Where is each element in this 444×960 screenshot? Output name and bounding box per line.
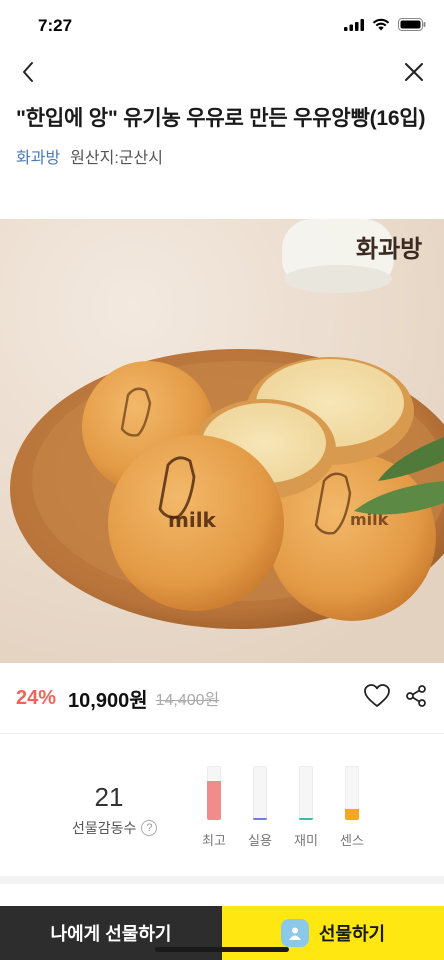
wifi-icon xyxy=(372,18,390,31)
rating-bar-label: 재미 xyxy=(294,833,318,848)
rating-bar: 센스 xyxy=(338,766,366,849)
status-time: 7:27 xyxy=(38,16,73,35)
status-bar: 7:27 xyxy=(0,0,444,52)
close-icon xyxy=(405,63,423,81)
gift-impression-label-row: 선물감동수 ? xyxy=(72,818,158,838)
nav-bar xyxy=(0,52,444,92)
discount-rate: 24% xyxy=(16,686,57,709)
back-button[interactable] xyxy=(14,58,42,86)
chevron-left-icon xyxy=(23,62,33,82)
person-icon xyxy=(288,927,301,940)
help-icon[interactable]: ? xyxy=(141,820,158,836)
rating-bar-fill xyxy=(253,817,267,820)
brand-seal: 화과방 xyxy=(356,234,422,263)
gift-button-label: 선물하기 xyxy=(318,924,386,944)
sale-price: 10,900원 xyxy=(68,689,148,712)
status-icons xyxy=(344,18,426,31)
gift-stats: 21 선물감동수 ? 최고 실용 재미 센스 xyxy=(0,734,444,876)
rating-bar-track xyxy=(345,766,359,820)
signal-icon xyxy=(344,18,364,31)
heart-icon xyxy=(364,683,390,707)
gift-impression-label: 선물감동수 xyxy=(72,820,137,836)
rating-bar-fill xyxy=(207,781,221,820)
rating-bar-track xyxy=(253,766,267,820)
product-image[interactable]: 화과방 milk milk xyxy=(0,219,444,663)
rating-bar-track xyxy=(299,766,313,820)
product-title: "한입에 앙" 유기농 우유로 만든 우유앙빵(16입) xyxy=(16,107,426,130)
friend-avatar-icon xyxy=(280,919,309,947)
rating-bars: 최고 실용 재미 센스 xyxy=(200,766,366,849)
product-photo: 화과방 milk milk xyxy=(0,219,444,663)
svg-text:milk: milk xyxy=(168,508,217,532)
rating-bar-label: 최고 xyxy=(202,833,226,848)
rating-bar-fill xyxy=(299,817,313,820)
share-button[interactable] xyxy=(404,684,428,713)
close-button[interactable] xyxy=(400,58,428,86)
origin-label: 원산지:군산시 xyxy=(70,150,163,167)
original-price: 14,400원 xyxy=(155,692,220,709)
rating-bar: 실용 xyxy=(246,766,274,849)
svg-text:화과방: 화과방 xyxy=(356,234,422,263)
share-icon xyxy=(406,684,426,707)
rating-bar-label: 센스 xyxy=(340,833,364,848)
product-meta: 화과방 원산지:군산시 xyxy=(0,134,444,170)
rating-bar-label: 실용 xyxy=(248,833,272,848)
section-divider xyxy=(0,876,444,884)
price-row: 24% 10,900원 14,400원 xyxy=(0,663,444,733)
rating-bar-fill xyxy=(345,809,359,820)
brand-link[interactable]: 화과방 xyxy=(16,144,60,168)
rating-bar-track xyxy=(207,766,221,820)
gift-impression-count: 21 xyxy=(94,782,124,812)
rating-bar: 재미 xyxy=(292,766,320,849)
battery-icon xyxy=(398,18,426,31)
rating-bar: 최고 xyxy=(200,766,228,849)
wish-button[interactable] xyxy=(364,683,390,713)
price-actions xyxy=(364,683,428,713)
home-indicator xyxy=(155,947,289,952)
